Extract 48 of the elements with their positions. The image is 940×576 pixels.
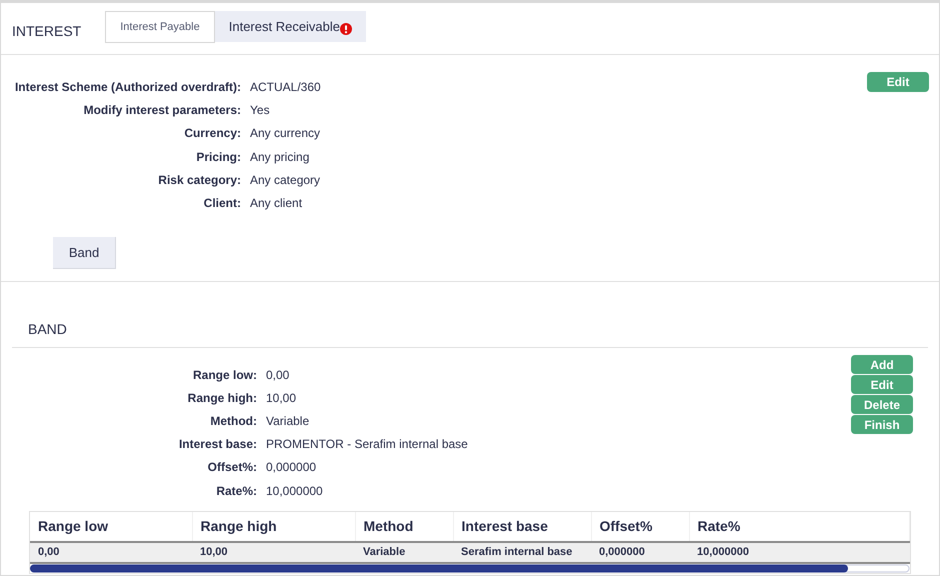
scrollbar[interactable] (30, 564, 910, 574)
field-value: 10,000000 (266, 482, 323, 500)
warning-icon (340, 22, 352, 34)
field-value: 0,00 (266, 366, 290, 384)
column-header: Interest base (453, 512, 591, 542)
action-button[interactable]: Edit (851, 375, 913, 394)
field-value: Yes (250, 102, 270, 119)
section-title: BAND (28, 321, 67, 337)
column-header: Rate% (689, 512, 910, 542)
field-label: Modify interest parameters: (82, 102, 241, 119)
table-cell: 0,000000 (599, 546, 645, 558)
table-cell: 10,000000 (697, 546, 749, 558)
field-value: Any pricing (250, 148, 310, 166)
field-label: Offset%: (206, 459, 257, 476)
field-label: Pricing: (195, 148, 241, 166)
column-header: Range low (30, 512, 192, 542)
column-header: Method (355, 512, 453, 542)
column-header: Offset% (591, 512, 689, 542)
action-button[interactable]: Delete (851, 395, 913, 414)
field-value: Any currency (250, 125, 320, 142)
table-cell: 10,00 (200, 546, 228, 558)
table-cell: 0,00 (38, 546, 60, 558)
action-button[interactable]: Finish (851, 415, 913, 434)
field-label: Risk category: (157, 172, 241, 189)
edit-button[interactable]: Edit (867, 72, 929, 92)
field-value: Variable (266, 412, 310, 430)
table-cell: Serafim internal base (461, 546, 572, 558)
field-label: Range low: (192, 366, 257, 384)
field-value: ACTUAL/360 (250, 78, 321, 96)
section-title: INTEREST (12, 22, 82, 41)
field-label: Rate%: (215, 482, 257, 500)
field-value: 0,000000 (266, 459, 316, 476)
field-value: 10,00 (266, 390, 296, 407)
column-header: Range high (192, 512, 355, 542)
table-cell: Variable (363, 546, 406, 558)
field-label: Interest base: (178, 436, 257, 454)
field-label: Range high: (186, 390, 257, 407)
field-label: Interest Scheme (Authorized overdraft): (14, 78, 241, 96)
band-button[interactable]: Band (53, 237, 116, 269)
tab[interactable]: Interest Receivable (214, 11, 366, 42)
field-value: Any category (250, 172, 320, 189)
field-label: Currency: (183, 125, 241, 142)
field-label: Method: (209, 412, 257, 430)
field-label: Client: (202, 195, 241, 212)
action-button[interactable]: Add (851, 355, 913, 374)
tab[interactable]: Interest Payable (105, 11, 215, 43)
field-value: Any client (250, 195, 302, 212)
field-value: PROMENTOR - Serafim internal base (266, 436, 468, 454)
